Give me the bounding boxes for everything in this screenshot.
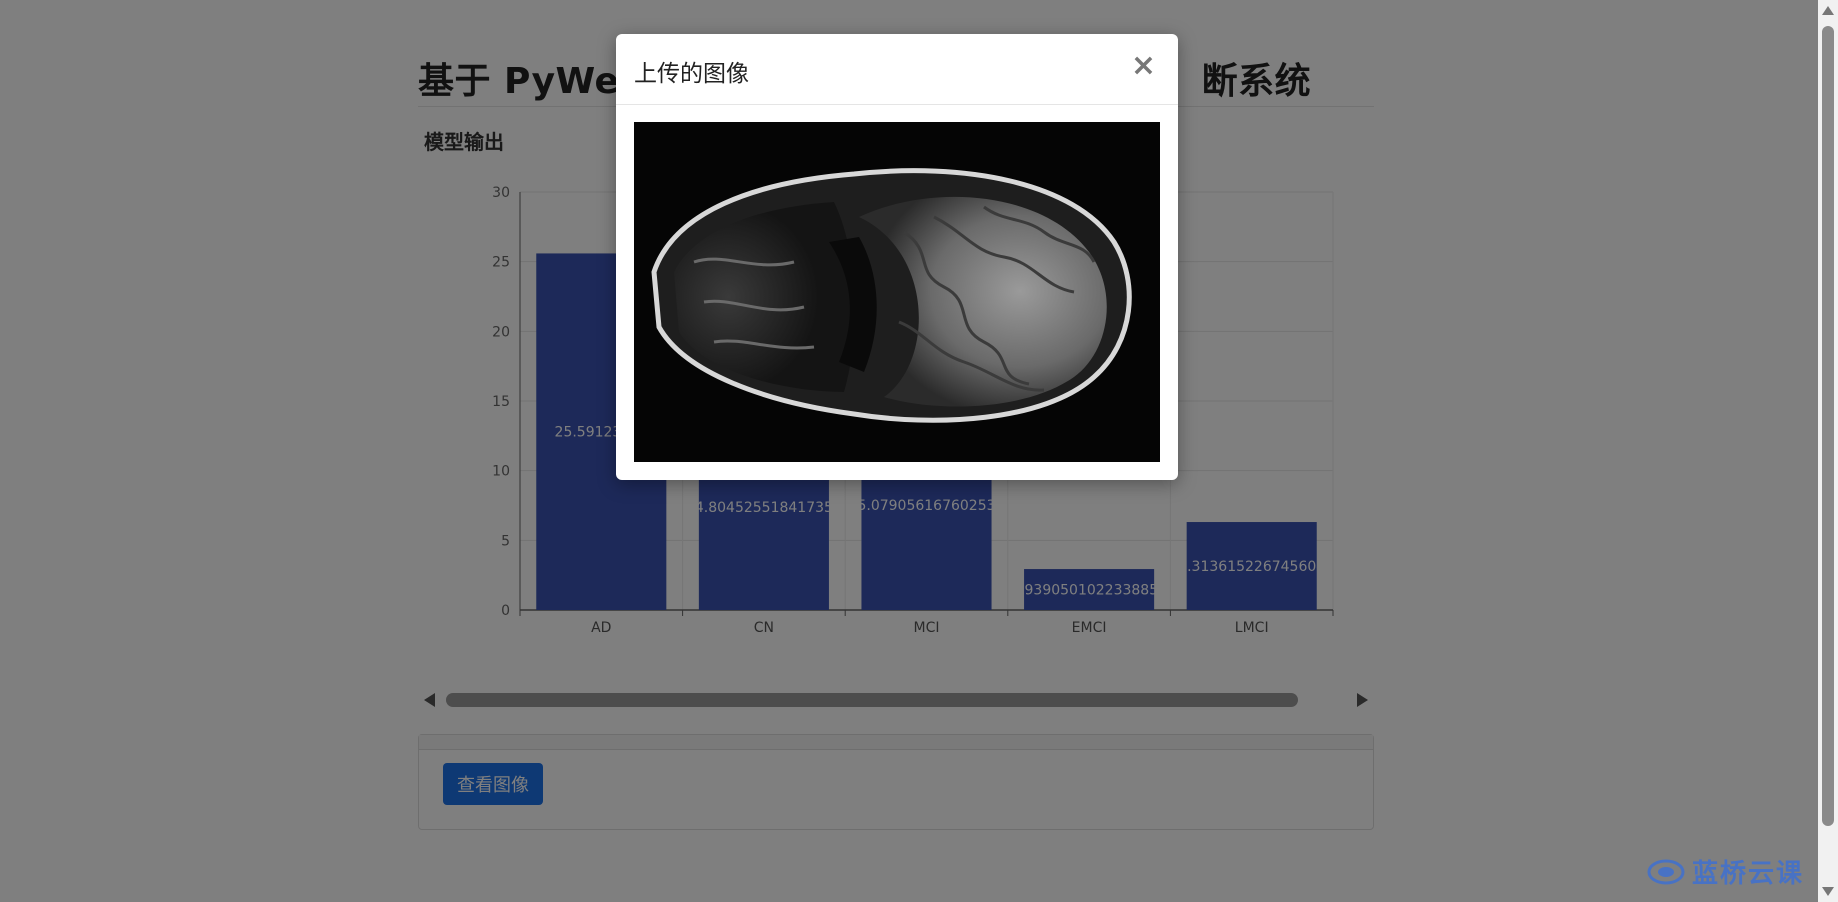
watermark: 蓝桥云课: [1646, 853, 1804, 890]
cloud-logo-icon: [1647, 859, 1685, 884]
modal-title: 上传的图像: [634, 61, 749, 87]
vertical-scrollbar[interactable]: [1818, 0, 1838, 902]
vertical-scroll-thumb[interactable]: [1822, 26, 1834, 826]
watermark-text: 蓝桥云课: [1691, 859, 1804, 889]
brain-mri-image: [634, 122, 1160, 462]
scroll-up-arrow-icon[interactable]: [1822, 6, 1834, 15]
modal-header: 上传的图像 ×: [616, 34, 1178, 105]
image-modal: 上传的图像 ×: [616, 34, 1178, 480]
close-icon[interactable]: ×: [1125, 50, 1162, 82]
scroll-down-arrow-icon[interactable]: [1822, 887, 1834, 896]
uploaded-image: [634, 122, 1160, 462]
